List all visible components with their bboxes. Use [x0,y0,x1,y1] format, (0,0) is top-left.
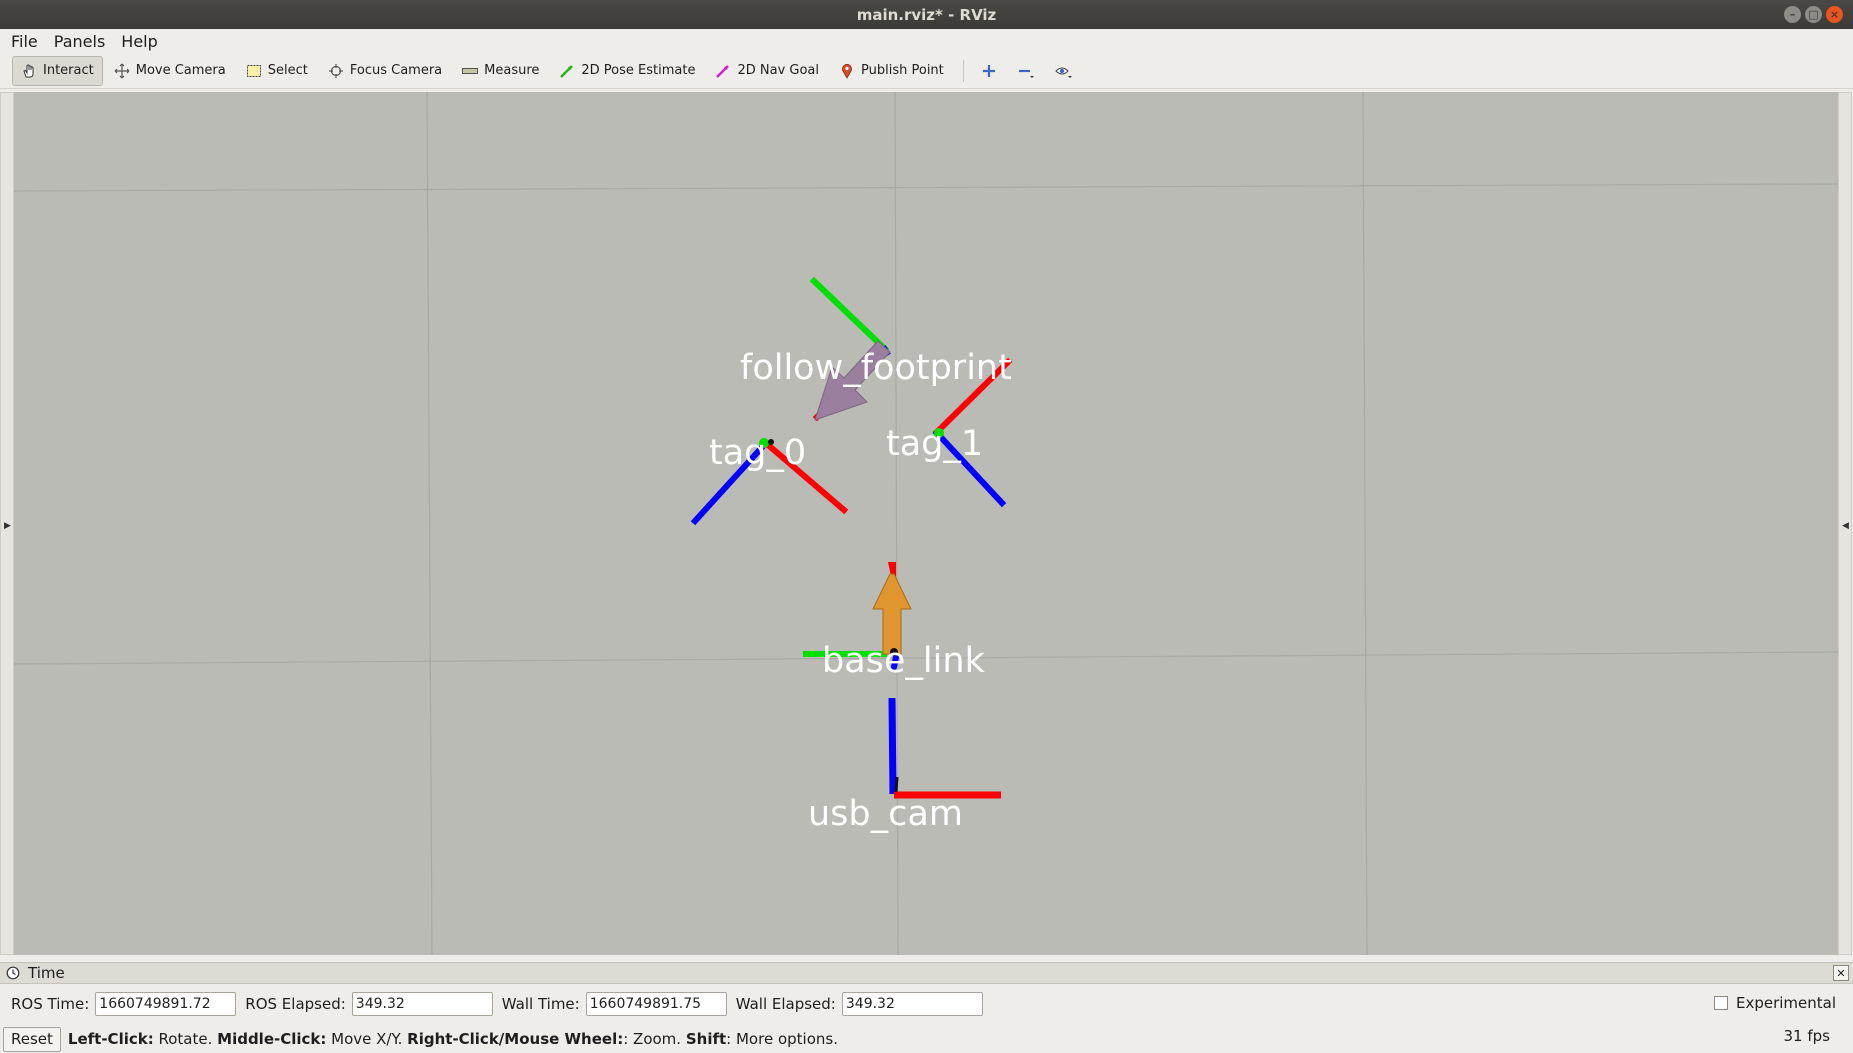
maximize-icon[interactable]: □ [1805,6,1822,23]
toolbar-separator [962,59,964,82]
publish-point-button[interactable]: Publish Point [830,56,953,86]
expand-right-icon: ▶ [4,521,11,531]
publish-point-label: Publish Point [861,63,944,78]
wall-elapsed-label: Wall Elapsed: [735,995,836,1013]
frame-usb-cam [888,697,1001,799]
focus-camera-label: Focus Camera [349,63,443,78]
menu-help[interactable]: Help [115,32,163,51]
expand-left-icon: ◀ [1842,521,1849,531]
ros-elapsed-label: ROS Elapsed: [245,995,346,1013]
move-camera-button[interactable]: Move Camera [105,56,235,86]
add-tool-button[interactable] [972,56,1006,86]
focus-camera-icon [328,63,343,78]
label-follow-footprint: follow_footprint [740,348,1012,388]
toolbar: Interact Move Camera Select Focus Camera… [0,53,1853,89]
scene: follow_footprint tag_0 tag_1 base_link u… [14,92,1838,955]
hint-right-click: Right-Click/Mouse Wheel: [407,1030,624,1048]
hint-middle-click: Middle-Click: [217,1030,327,1048]
menu-bar: File Panels Help [0,29,1853,53]
label-tag-0: tag_0 [709,433,806,473]
experimental-toggle[interactable]: Experimental [1713,994,1836,1012]
ruler-icon [462,67,479,74]
move-camera-label: Move Camera [135,63,226,78]
window-controls: – □ × [1784,6,1843,23]
time-panel-fields: ROS Time: ROS Elapsed: Wall Time: Wall E… [0,989,1853,1019]
3d-viewport[interactable]: follow_footprint tag_0 tag_1 base_link u… [14,92,1838,955]
pose-estimate-button[interactable]: 2D Pose Estimate [550,56,704,86]
fps-counter: 31 fps [1783,1027,1830,1045]
clock-icon [6,966,20,980]
pose-estimate-icon [560,64,574,78]
hint-rotate: Rotate. [153,1030,218,1048]
focus-camera-button[interactable]: Focus Camera [319,56,451,86]
select-icon [246,64,261,77]
ros-elapsed-field[interactable] [351,992,493,1016]
status-hint: Left-Click: Rotate. Middle-Click: Move X… [68,1030,838,1048]
left-dock-toggle[interactable]: ▶ [0,92,14,955]
menu-panels[interactable]: Panels [48,32,112,51]
close-panel-icon[interactable]: ✕ [1833,965,1849,981]
wall-elapsed-field[interactable] [841,992,983,1016]
interact-label: Interact [43,63,94,78]
status-bar: Reset Left-Click: Rotate. Middle-Click: … [0,1025,1853,1053]
nav-goal-label: 2D Nav Goal [737,63,820,78]
wall-time-field[interactable] [585,992,727,1016]
hint-zoom: : Zoom. [623,1030,686,1048]
time-panel-title: Time [28,964,65,982]
hand-icon [23,64,34,77]
ros-time-field[interactable] [95,992,237,1016]
nav-goal-icon [716,64,730,78]
eye-icon [1055,67,1072,78]
view-tool-button[interactable] [1046,56,1082,86]
pose-estimate-label: 2D Pose Estimate [581,63,696,78]
close-icon[interactable]: × [1826,6,1843,23]
nav-goal-button[interactable]: 2D Nav Goal [706,56,828,86]
hint-shift: Shift [685,1030,727,1048]
measure-label: Measure [484,63,540,78]
hint-left-click: Left-Click: [67,1030,154,1048]
select-button[interactable]: Select [237,56,317,86]
ros-time-label: ROS Time: [11,995,90,1013]
move-camera-icon [114,63,130,78]
time-panel-header: Time ✕ [0,962,1853,984]
experimental-label: Experimental [1735,994,1836,1012]
plus-icon [982,64,995,77]
select-label: Select [267,63,308,78]
remove-tool-button[interactable] [1008,56,1044,86]
title-bar: main.rviz* - RViz – □ × [0,0,1853,29]
measure-button[interactable]: Measure [453,56,548,86]
map-pin-icon [842,63,852,79]
menu-file[interactable]: File [5,32,44,51]
window-title: main.rviz* - RViz [856,5,997,24]
wall-time-label: Wall Time: [501,995,580,1013]
label-base-link: base_link [822,641,986,681]
minus-icon [1018,69,1034,78]
label-tag-1: tag_1 [886,424,983,464]
interact-button[interactable]: Interact [12,55,103,86]
hint-more: : More options. [726,1030,838,1048]
experimental-checkbox[interactable] [1713,996,1728,1010]
label-usb-cam: usb_cam [808,794,963,834]
minimize-icon[interactable]: – [1784,6,1801,23]
reset-button[interactable]: Reset [3,1026,61,1052]
hint-move: Move X/Y. [326,1030,408,1048]
right-dock-toggle[interactable]: ◀ [1838,92,1852,955]
